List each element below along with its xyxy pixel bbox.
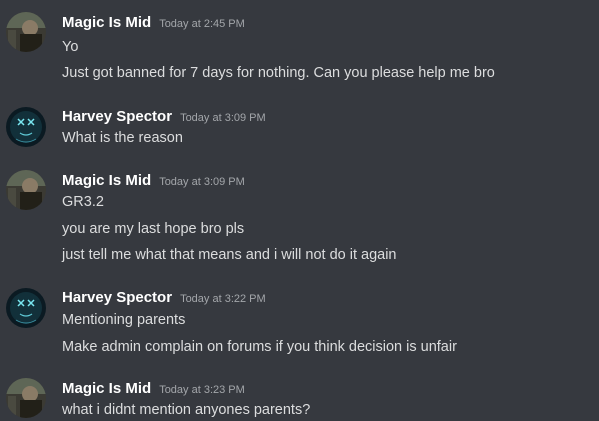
message-text: GR3.2 [62, 194, 104, 210]
magic-avatar-icon[interactable] [6, 378, 46, 418]
username[interactable]: Magic Is Mid [62, 380, 151, 397]
message-text: Mentioning parents [62, 312, 186, 328]
magic-avatar-icon[interactable] [6, 12, 46, 52]
message-text: What is the reason [62, 130, 183, 146]
message-text: just tell me what that means and i will … [62, 247, 397, 263]
magic-avatar-icon[interactable] [6, 170, 46, 210]
username[interactable]: Magic Is Mid [62, 14, 151, 31]
message-text: what i didnt mention anyones parents? [62, 402, 311, 418]
username[interactable]: Magic Is Mid [62, 172, 151, 189]
message-timestamp: Today at 3:09 PM [159, 176, 245, 188]
username[interactable]: Harvey Spector [62, 289, 172, 306]
message-text: you are my last hope bro pls [62, 221, 245, 237]
message-text: Make admin complain on forums if you thi… [62, 339, 457, 355]
username[interactable]: Harvey Spector [62, 108, 172, 125]
message-timestamp: Today at 3:23 PM [159, 384, 245, 396]
harvey-avatar-icon[interactable] [6, 107, 46, 147]
message-timestamp: Today at 3:09 PM [180, 112, 266, 124]
message-timestamp: Today at 2:45 PM [159, 18, 245, 30]
message-timestamp: Today at 3:22 PM [180, 293, 266, 305]
message-text: Yo [62, 39, 79, 55]
harvey-avatar-icon[interactable] [6, 288, 46, 328]
message-text: Just got banned for 7 days for nothing. … [62, 65, 495, 81]
